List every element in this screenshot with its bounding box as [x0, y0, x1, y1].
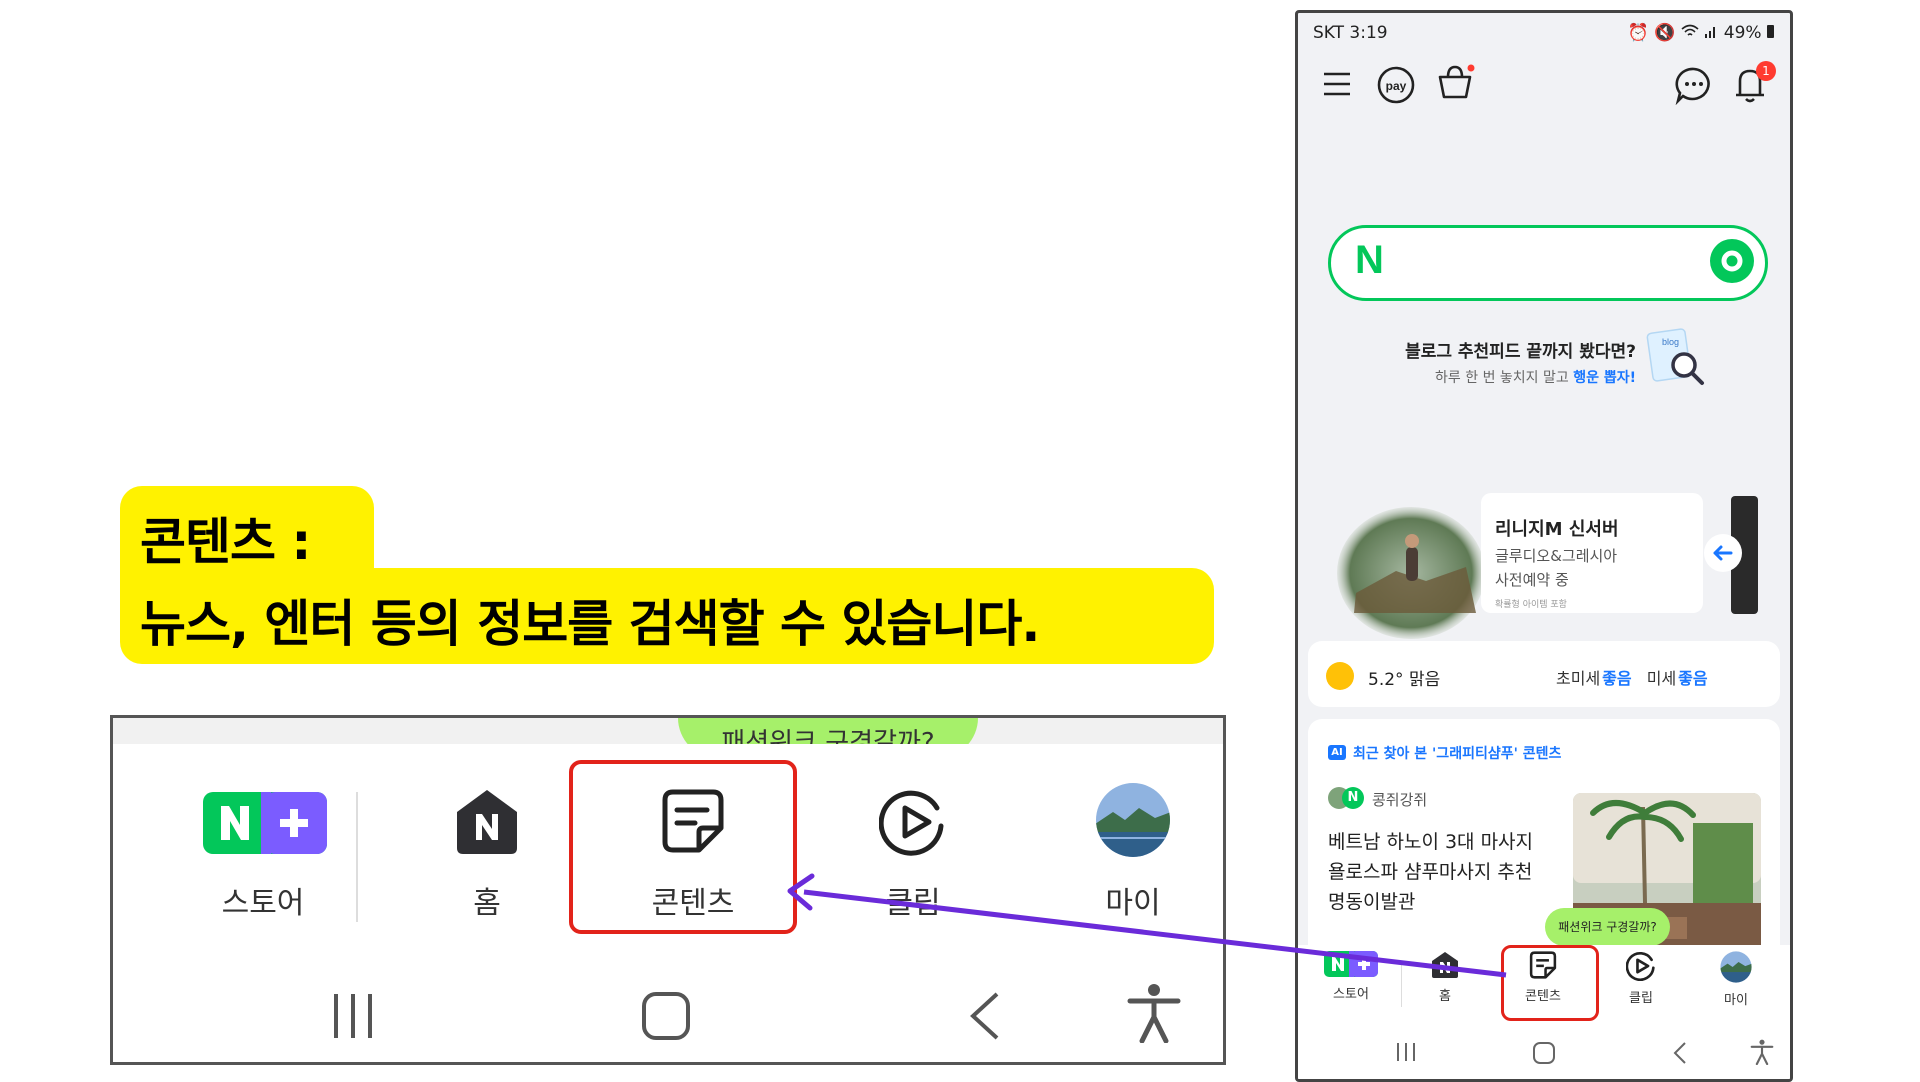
phone-nav-home-label: 홈 [1439, 989, 1451, 1004]
feed-title-line: 명동이발관 [1328, 891, 1416, 913]
phone-system-nav [1298, 1023, 1790, 1079]
signal-icon [1705, 27, 1716, 38]
green-search-button-icon[interactable] [1709, 238, 1755, 284]
weather-temp: 5.2° 맑음 [1368, 670, 1441, 690]
chat-icon[interactable] [1674, 65, 1714, 105]
tooltip-text: 패션위크 구경갈까? [1558, 920, 1657, 934]
feed-title-line: 베트남 하노이 3대 마사지 [1328, 831, 1534, 853]
naver-home-icon [457, 790, 517, 854]
fine-dust-label: 초미세 [1556, 669, 1601, 688]
zoom-top-strip [113, 718, 1223, 744]
back-icon[interactable] [1672, 1041, 1688, 1065]
zoom-nav-store-label: 스토어 [221, 886, 305, 921]
accessibility-icon[interactable] [1750, 1039, 1774, 1065]
tooltip-bubble: 패션위크 구경갈까? [1545, 908, 1670, 946]
home-button-icon[interactable] [641, 991, 691, 1041]
zoom-nav-my[interactable]: 마이 [1043, 764, 1223, 924]
feed-title: 베트남 하노이 3대 마사지 욜로스파 샴푸마사지 추천 명동이발관 [1328, 827, 1533, 917]
dust-value: 좋음 [1678, 669, 1708, 688]
phone-nav-home[interactable]: 홈 [1410, 951, 1480, 1004]
shopping-basket-icon[interactable] [1434, 61, 1476, 103]
sun-icon [1326, 662, 1354, 690]
battery-text: 49% [1723, 23, 1762, 43]
promo-title: 블로그 추천피드 끝까지 봤다면? [1405, 342, 1636, 362]
accessibility-icon[interactable] [1126, 983, 1182, 1043]
naver-plus-store-icon [203, 792, 327, 854]
zoom-nav-my-label: 마이 [1105, 886, 1161, 921]
phone-nav-store-label: 스토어 [1333, 987, 1369, 1002]
clip-play-icon [879, 790, 944, 856]
game-ad-image [1337, 507, 1485, 639]
phone-nav-my[interactable]: 마이 [1701, 951, 1771, 1008]
recent-apps-icon[interactable] [328, 991, 378, 1041]
clip-play-icon [1625, 952, 1655, 982]
zoom-nav-home[interactable]: 홈 [397, 764, 577, 924]
promo-sub-prefix: 하루 한 번 놓치지 말고 [1435, 370, 1574, 386]
feed-author: 콩쥐강쥐 [1372, 791, 1428, 809]
mute-icon: 🔇 [1654, 23, 1676, 43]
pay-icon[interactable]: pay [1376, 65, 1416, 105]
profile-avatar-icon [1096, 783, 1170, 857]
zoom-nav-store[interactable]: 스토어 [173, 764, 353, 924]
naver-plus-store-icon [1324, 951, 1378, 977]
home-button-icon[interactable] [1532, 1041, 1556, 1065]
phone-contents-highlight [1501, 945, 1599, 1021]
game-ad-line2: 사전예약 중 [1495, 571, 1569, 589]
phone-nav-clip[interactable]: 클립 [1606, 951, 1676, 1006]
phone-nav-divider [1401, 963, 1402, 1007]
promo-subtitle: 하루 한 번 놓치지 말고 행운 뽑자! [1435, 367, 1636, 387]
promo-badge: blog [1662, 337, 1679, 347]
game-ad-card[interactable]: 리니지M 신서버 글루디오&그레시아 사전예약 중 확률형 아이템 포함 [1298, 493, 1760, 639]
callout-description: 뉴스, 엔터 등의 정보를 검색할 수 있습니다. [140, 595, 1040, 653]
game-ad-text-panel: 리니지M 신서버 글루디오&그레시아 사전예약 중 확률형 아이템 포함 [1481, 493, 1703, 613]
menu-icon[interactable] [1322, 71, 1352, 97]
dust-label: 미세 [1646, 669, 1677, 688]
feed-title-line: 욜로스파 샴푸마사지 추천 [1328, 861, 1533, 883]
phone-nav-clip-label: 클립 [1629, 991, 1653, 1006]
phone-nav-my-label: 마이 [1724, 993, 1748, 1008]
alarm-icon: ⏰ [1627, 23, 1649, 43]
fine-dust-value: 좋음 [1602, 669, 1632, 688]
wifi-icon [1681, 24, 1699, 36]
weather-card[interactable]: 5.2° 맑음 초미세 좋음 미세 좋음 [1308, 641, 1780, 707]
game-ad-line1: 글루디오&그레시아 [1495, 547, 1618, 565]
battery-icon [1767, 25, 1774, 38]
ai-badge: AI [1328, 745, 1346, 760]
zoom-nav-clip[interactable]: 클립 [823, 764, 1003, 924]
game-ad-title: 리니지M 신서버 [1495, 519, 1619, 540]
zoom-nav-clip-label: 클립 [885, 886, 941, 921]
dust-info: 초미세 좋음 미세 좋음 [1556, 665, 1708, 689]
status-icons: ⏰ 🔇 49% [1628, 23, 1774, 43]
zoom-system-nav [113, 969, 1223, 1062]
search-box[interactable]: N [1328, 225, 1768, 301]
back-icon[interactable] [965, 991, 1005, 1041]
callout-title: 콘텐츠 : [140, 513, 311, 571]
naver-search-logo: N [1355, 238, 1384, 282]
game-ad-note: 확률형 아이템 포함 [1495, 600, 1567, 610]
svg-text:pay: pay [1386, 79, 1407, 93]
promo-sub-highlight: 행운 뽑자! [1573, 370, 1636, 386]
notification-badge: 1 [1756, 61, 1776, 81]
profile-avatar-icon [1720, 951, 1752, 983]
phone-screenshot: SKT 3:19 ⏰ 🔇 49% pay 1 N 블로그 추천피드 끝까지 봤다… [1295, 10, 1793, 1082]
naver-home-icon [1432, 952, 1458, 978]
phone-nav-store[interactable]: 스토어 [1316, 951, 1386, 1002]
blog-magnifier-icon: blog [1646, 328, 1704, 385]
zoomed-bottom-nav-panel: 패션위크 구경갈까? 스토어 홈 콘텐츠 클립 마이 [110, 715, 1226, 1065]
naver-badge-icon: N [1342, 787, 1364, 809]
zoom-nav-divider [356, 792, 358, 922]
status-carrier-time: SKT 3:19 [1313, 23, 1388, 43]
zoom-nav-home-label: 홈 [473, 886, 501, 921]
feed-heading: 최근 찾아 본 '그래피티샴푸' 콘텐츠 [1353, 746, 1562, 762]
blog-promo[interactable]: 블로그 추천피드 끝까지 봤다면? 하루 한 번 놓치지 말고 행운 뽑자! b… [1368, 325, 1728, 395]
arrow-left-icon[interactable] [1703, 533, 1743, 573]
recent-apps-icon[interactable] [1394, 1041, 1418, 1063]
zoom-contents-highlight [569, 760, 797, 934]
